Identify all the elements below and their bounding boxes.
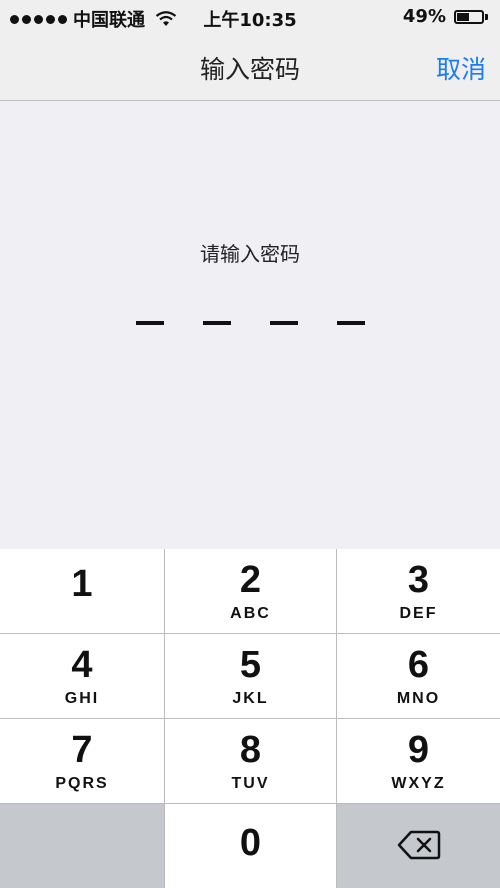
- key-digit: 0: [239, 822, 262, 864]
- key-digit: 5: [239, 644, 262, 686]
- navigation-bar: 输入密码 取消: [0, 34, 500, 101]
- battery-icon: [454, 9, 490, 25]
- passcode-prompt: 请输入密码: [200, 242, 300, 266]
- passcode-digit-slot: [269, 321, 298, 325]
- key-digit: 3: [407, 559, 430, 601]
- key-6[interactable]: 6 MNO: [337, 634, 500, 718]
- key-5[interactable]: 5 JKL: [165, 634, 336, 718]
- passcode-field: [0, 321, 500, 325]
- key-digit: 7: [71, 729, 93, 771]
- key-letters: DEF: [399, 605, 438, 622]
- key-letters: GHI: [64, 690, 100, 707]
- key-letters: JKL: [232, 690, 269, 707]
- key-2[interactable]: 2 ABC: [165, 549, 336, 633]
- key-1[interactable]: 1: [0, 549, 164, 633]
- key-blank: [0, 804, 164, 888]
- key-digit: 8: [239, 729, 262, 771]
- passcode-digit-slot: [336, 321, 365, 325]
- key-digit: 1: [71, 563, 93, 605]
- key-0[interactable]: 0: [165, 804, 336, 888]
- key-4[interactable]: 4 GHI: [0, 634, 164, 718]
- key-letters: TUV: [231, 775, 270, 792]
- key-8[interactable]: 8 TUV: [165, 719, 336, 803]
- key-letters: PQRS: [55, 775, 109, 792]
- key-digit: 9: [407, 729, 430, 771]
- page-title: 输入密码: [199, 55, 300, 84]
- key-digit: 4: [71, 644, 93, 686]
- key-digit: 6: [407, 644, 430, 686]
- key-digit: 2: [239, 559, 262, 601]
- key-letters: MNO: [396, 690, 441, 707]
- status-right: 49%: [403, 6, 490, 27]
- backspace-icon: [397, 830, 441, 860]
- delete-key[interactable]: [337, 804, 500, 888]
- key-7[interactable]: 7 PQRS: [0, 719, 164, 803]
- numeric-keypad: 1 2 ABC 3 DEF 4 GHI 5 JKL 6 MNO 7 PQRS 8…: [0, 549, 500, 888]
- key-3[interactable]: 3 DEF: [337, 549, 500, 633]
- status-bar: 中国联通 上午10:35 49%: [0, 0, 500, 34]
- passcode-digit-slot: [202, 321, 231, 325]
- key-letters: ABC: [230, 605, 271, 622]
- key-9[interactable]: 9 WXYZ: [337, 719, 500, 803]
- key-letters: WXYZ: [391, 775, 446, 792]
- cancel-button[interactable]: 取消: [436, 50, 486, 86]
- battery-percent: 49%: [402, 6, 446, 27]
- passcode-digit-slot: [135, 321, 164, 325]
